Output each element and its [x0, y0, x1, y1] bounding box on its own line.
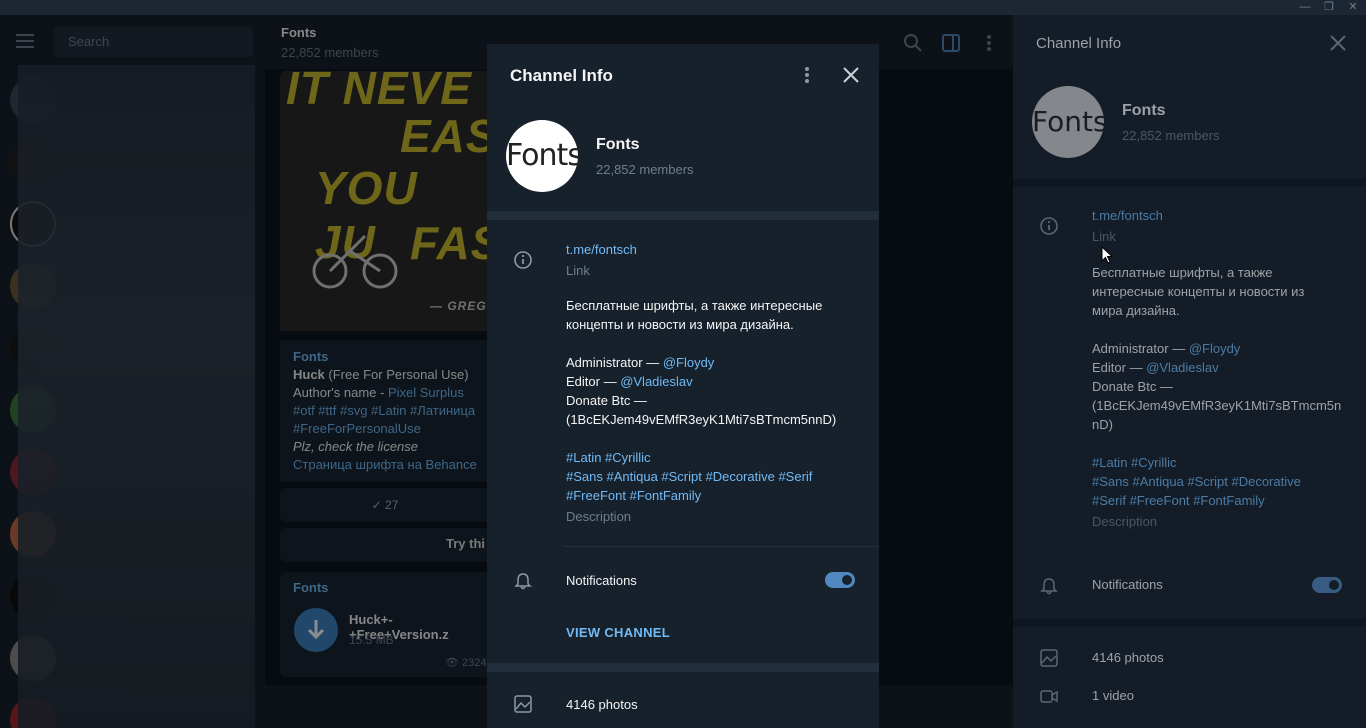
- video-icon: [1040, 690, 1058, 703]
- panel-title: Channel Info: [1036, 35, 1122, 52]
- channel-info-panel: Channel Info Fonts Fonts 22,852 members …: [1013, 15, 1366, 728]
- channel-avatar[interactable]: Fonts: [1032, 86, 1108, 158]
- modal-title: Channel Info: [510, 66, 613, 85]
- admin-link[interactable]: @Floydy: [1189, 341, 1241, 356]
- members-count: 22,852 members: [596, 162, 694, 177]
- notifications-toggle[interactable]: [825, 572, 855, 588]
- divider: [487, 211, 879, 220]
- divider: [563, 546, 879, 547]
- editor-link[interactable]: @Vladieslav: [1146, 360, 1218, 375]
- mouse-cursor-icon: [1101, 246, 1113, 264]
- bell-icon: [1040, 578, 1058, 595]
- tags[interactable]: #FreeFont #FontFamily: [566, 486, 866, 505]
- channel-description: Бесплатные шрифты, а также интересные ко…: [566, 296, 866, 505]
- notifications-label: Notifications: [566, 573, 637, 588]
- notifications-toggle[interactable]: [1312, 577, 1342, 593]
- channel-name: Fonts: [1122, 102, 1166, 119]
- editor-link[interactable]: @Vladieslav: [620, 374, 692, 389]
- window-titlebar: — ❐ ✕: [0, 0, 1366, 15]
- tags[interactable]: #Latin #Cyrillic: [566, 448, 866, 467]
- divider: [487, 663, 879, 672]
- channel-avatar[interactable]: Fonts: [506, 120, 583, 192]
- channel-info-modal: Channel Info Fonts Fonts 22,852 members …: [487, 44, 879, 728]
- info-icon: [514, 251, 532, 269]
- link-label: Link: [1092, 229, 1116, 244]
- description-label: Description: [1092, 514, 1158, 529]
- close-icon[interactable]: [842, 66, 860, 84]
- minimize-button[interactable]: —: [1295, 0, 1315, 15]
- more-options-icon[interactable]: [798, 65, 816, 85]
- tags[interactable]: #Sans #Antiqua #Script #Decorative #Seri…: [566, 467, 866, 486]
- tags[interactable]: #Serif #FreeFont #FontFamily: [1092, 491, 1352, 510]
- tags[interactable]: #Latin #Cyrillic: [1092, 453, 1352, 472]
- members-count: 22,852 members: [1122, 128, 1220, 143]
- close-window-button[interactable]: ✕: [1343, 0, 1363, 15]
- divider: [1013, 178, 1366, 186]
- channel-link[interactable]: t.me/fontsch: [1092, 208, 1163, 223]
- bell-icon: [514, 573, 532, 590]
- info-icon: [1040, 217, 1058, 235]
- description-label: Description: [566, 509, 632, 524]
- admin-link[interactable]: @Floydy: [663, 355, 715, 370]
- close-icon[interactable]: [1329, 34, 1347, 52]
- photo-icon: [1040, 649, 1058, 667]
- notifications-label: Notifications: [1092, 577, 1163, 592]
- photos-count[interactable]: 4146 photos: [1092, 650, 1164, 665]
- photo-icon: [514, 695, 532, 713]
- videos-count[interactable]: 1 video: [1092, 688, 1134, 703]
- divider: [1013, 618, 1366, 626]
- link-label: Link: [566, 263, 590, 278]
- channel-name: Fonts: [596, 136, 640, 153]
- restore-button[interactable]: ❐: [1319, 0, 1339, 15]
- channel-link[interactable]: t.me/fontsch: [566, 242, 637, 257]
- tags[interactable]: #Sans #Antiqua #Script #Decorative: [1092, 472, 1352, 491]
- view-channel-button[interactable]: VIEW CHANNEL: [566, 625, 670, 640]
- channel-description: Бесплатные шрифты, а также интересные ко…: [1092, 263, 1352, 531]
- photos-count[interactable]: 4146 photos: [566, 695, 866, 714]
